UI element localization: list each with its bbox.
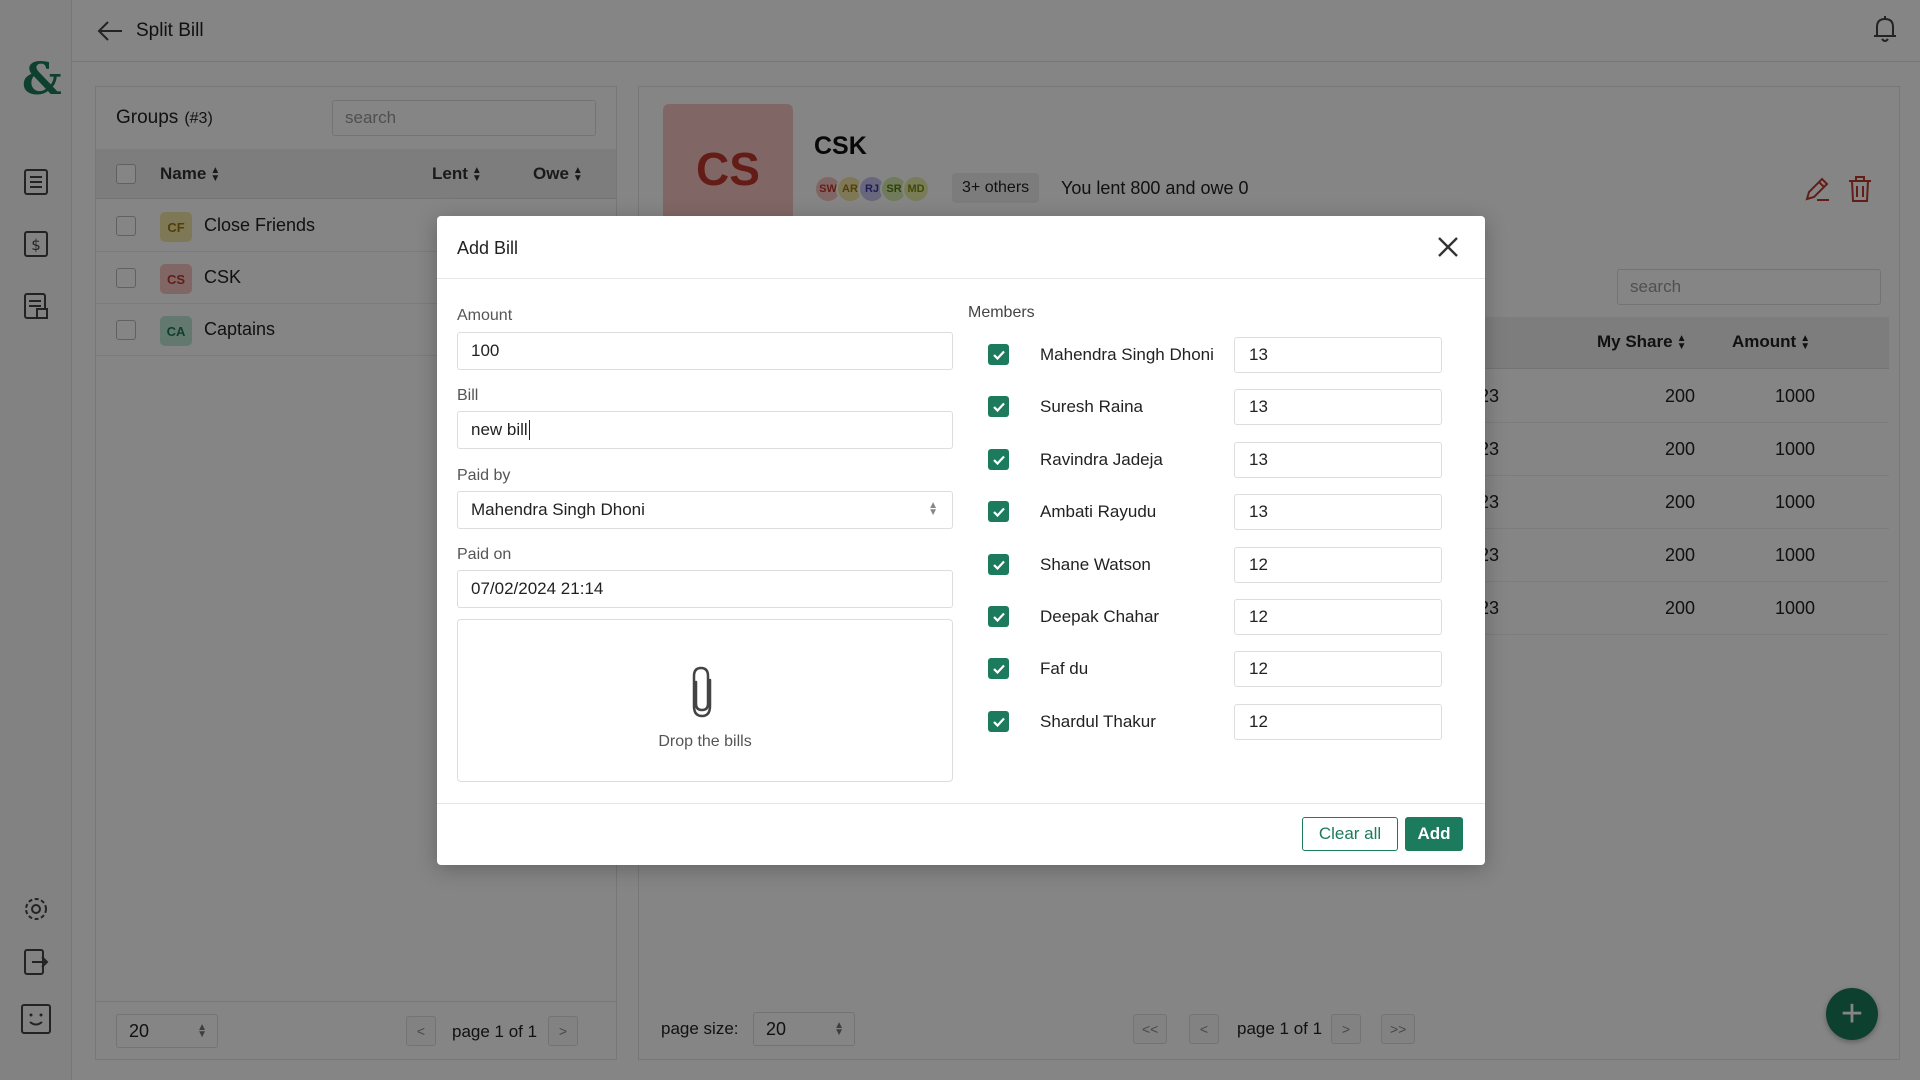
amount-label: Amount	[457, 307, 513, 324]
member-name: Faf du	[1040, 659, 1089, 678]
check-icon	[992, 507, 1005, 517]
member-row: Mahendra Singh Dhoni 13	[988, 336, 1448, 374]
check-icon	[992, 560, 1005, 570]
clear-all-button[interactable]: Clear all	[1302, 817, 1398, 851]
member-name: Ravindra Jadeja	[1040, 450, 1163, 469]
member-name: Deepak Chahar	[1040, 607, 1160, 626]
paid-on-value: 07/02/2024 21:14	[471, 579, 604, 598]
member-checkbox[interactable]	[988, 449, 1009, 470]
member-row: Deepak Chahar 12	[988, 598, 1448, 636]
member-row: Shane Watson 12	[988, 546, 1448, 584]
member-share-input[interactable]: 13	[1234, 442, 1442, 478]
member-share-input[interactable]: 12	[1234, 704, 1442, 740]
member-share-input[interactable]: 12	[1234, 599, 1442, 635]
bill-name-value: new bill	[471, 420, 528, 439]
paid-on-datetime-input[interactable]: 07/02/2024 21:14	[457, 570, 953, 608]
member-row: Shardul Thakur 12	[988, 703, 1448, 741]
close-icon[interactable]	[1435, 234, 1461, 260]
dialog-title: Add Bill	[457, 238, 519, 258]
member-row: Faf du 12	[988, 650, 1448, 688]
members-label: Members	[968, 304, 1035, 321]
member-checkbox[interactable]	[988, 711, 1009, 732]
paid-by-value: Mahendra Singh Dhoni	[471, 500, 645, 519]
member-share-input[interactable]: 13	[1234, 337, 1442, 373]
check-icon	[992, 402, 1005, 412]
check-icon	[992, 664, 1005, 674]
dropzone-text: Drop the bills	[658, 733, 752, 750]
text-cursor	[528, 420, 530, 440]
member-name: Suresh Raina	[1040, 397, 1144, 416]
check-icon	[992, 350, 1005, 360]
bill-name-input[interactable]: new bill	[457, 411, 953, 449]
member-row: Suresh Raina 13	[988, 388, 1448, 426]
member-name: Mahendra Singh Dhoni	[1040, 345, 1214, 364]
member-name: Ambati Rayudu	[1040, 502, 1157, 521]
member-checkbox[interactable]	[988, 396, 1009, 417]
amount-value: 100	[471, 341, 500, 360]
member-share-input[interactable]: 13	[1234, 494, 1442, 530]
member-share-input[interactable]: 12	[1234, 547, 1442, 583]
dialog-header: Add Bill	[437, 216, 1485, 279]
member-share-input[interactable]: 13	[1234, 389, 1442, 425]
member-name: Shane Watson	[1040, 555, 1151, 574]
check-icon	[992, 612, 1005, 622]
member-checkbox[interactable]	[988, 658, 1009, 679]
member-row: Ravindra Jadeja 13	[988, 441, 1448, 479]
bill-dropzone[interactable]: Drop the bills	[457, 619, 953, 782]
amount-input[interactable]: 100	[457, 332, 953, 370]
member-checkbox[interactable]	[988, 606, 1009, 627]
paid-by-label: Paid by	[457, 467, 511, 484]
check-icon	[992, 717, 1005, 727]
member-share-input[interactable]: 12	[1234, 651, 1442, 687]
check-icon	[992, 455, 1005, 465]
member-checkbox[interactable]	[988, 501, 1009, 522]
paid-on-label: Paid on	[457, 546, 512, 563]
member-name: Shardul Thakur	[1040, 712, 1156, 731]
dialog-footer: Clear all Add	[437, 803, 1485, 865]
select-arrows-icon: ▲ ▼	[928, 500, 938, 518]
paid-by-select[interactable]: Mahendra Singh Dhoni ▲ ▼	[457, 491, 953, 529]
add-bill-dialog: Add Bill Amount 100 Bill new bill Paid b…	[437, 216, 1485, 865]
member-checkbox[interactable]	[988, 344, 1009, 365]
paperclip-icon	[684, 664, 720, 720]
member-checkbox[interactable]	[988, 554, 1009, 575]
member-row: Ambati Rayudu 13	[988, 493, 1448, 531]
add-button[interactable]: Add	[1405, 817, 1463, 851]
bill-label: Bill	[457, 387, 479, 404]
